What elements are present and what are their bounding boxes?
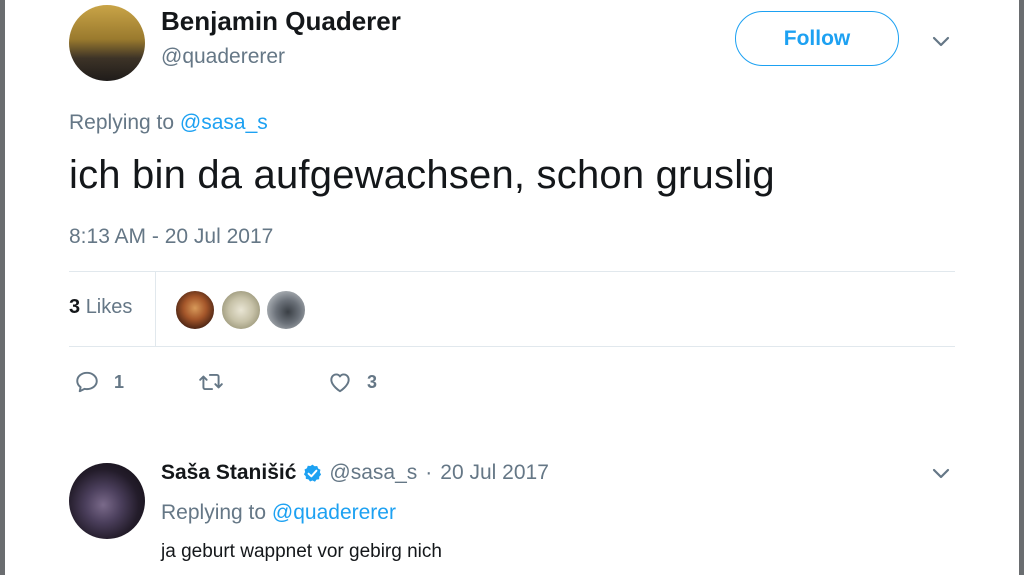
chevron-down-icon[interactable] bbox=[932, 36, 950, 48]
replying-to-link[interactable]: @sasa_s bbox=[180, 111, 268, 134]
reply-meta-separator: · bbox=[425, 461, 433, 484]
retweet-icon bbox=[199, 373, 223, 391]
reply-author-avatar[interactable] bbox=[69, 463, 145, 539]
author-avatar[interactable] bbox=[69, 5, 145, 81]
reply-replying-to: Replying to @quadererer bbox=[161, 501, 396, 525]
reply-author-handle[interactable]: @sasa_s bbox=[329, 461, 417, 485]
reply-replying-to-link[interactable]: @quadererer bbox=[272, 501, 396, 524]
tweet-text: ich bin da aufgewachsen, schon gruslig bbox=[69, 153, 775, 197]
tweet-timestamp[interactable]: 8:13 AM - 20 Jul 2017 bbox=[69, 225, 273, 249]
stats-divider-top bbox=[69, 271, 955, 272]
window-edge-right bbox=[1019, 0, 1024, 575]
likes-count: 3 bbox=[69, 296, 81, 318]
author-handle[interactable]: @quadererer bbox=[161, 45, 285, 69]
liker-avatar[interactable] bbox=[175, 290, 215, 330]
chevron-down-icon[interactable] bbox=[932, 468, 950, 480]
likes-label: Likes bbox=[85, 296, 133, 318]
reply-replying-to-prefix: Replying to bbox=[161, 501, 272, 524]
heart-icon bbox=[330, 373, 350, 393]
reply-date[interactable]: 20 Jul 2017 bbox=[440, 461, 549, 485]
reply-icon bbox=[76, 371, 98, 393]
window-edge-left bbox=[0, 0, 5, 575]
reply-count: 1 bbox=[114, 371, 125, 392]
liker-avatar[interactable] bbox=[221, 290, 261, 330]
replying-to-prefix: Replying to bbox=[69, 111, 180, 134]
reply-text: ja geburt wappnet vor gebirg nich bbox=[161, 541, 442, 562]
retweet-action[interactable] bbox=[198, 368, 224, 396]
like-action[interactable]: 3 bbox=[327, 368, 377, 396]
like-count: 3 bbox=[367, 371, 378, 392]
verified-badge-icon bbox=[304, 464, 322, 482]
reply-header: Saša Stanišić @sasa_s · 20 Jul 2017 bbox=[161, 461, 549, 485]
stats-divider-bottom bbox=[69, 346, 955, 347]
liker-avatar[interactable] bbox=[266, 290, 306, 330]
reply-action[interactable]: 1 bbox=[74, 368, 124, 396]
stats-divider-vertical bbox=[155, 272, 156, 346]
reply-author-name[interactable]: Saša Stanišić bbox=[161, 461, 296, 485]
likes-stat[interactable]: 3 Likes bbox=[69, 296, 132, 319]
replying-to: Replying to @sasa_s bbox=[69, 111, 268, 135]
follow-button[interactable]: Follow bbox=[735, 11, 899, 66]
author-name[interactable]: Benjamin Quaderer bbox=[161, 6, 401, 37]
